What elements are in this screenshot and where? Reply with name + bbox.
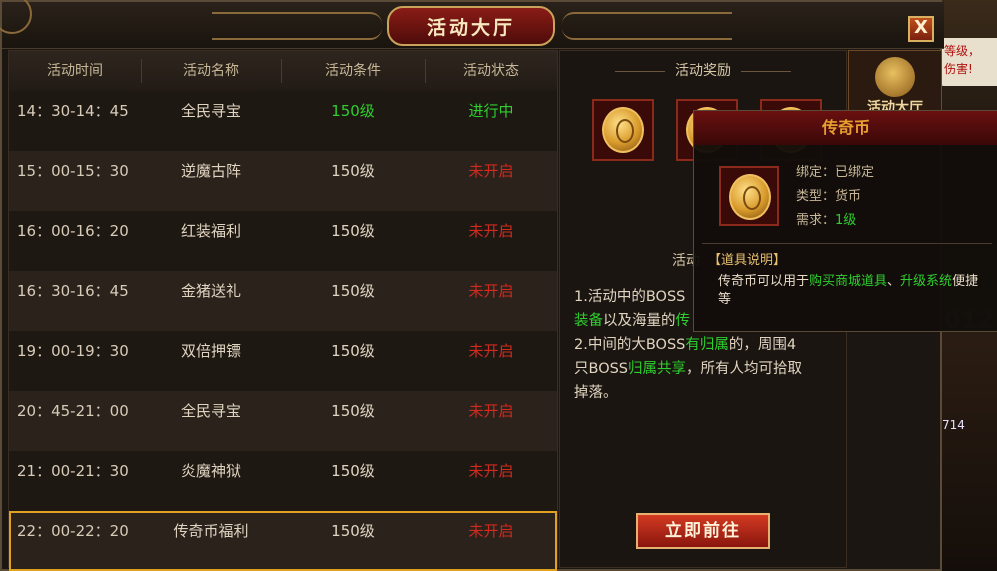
cell-time: 22：00-22：20 — [17, 522, 129, 540]
desc-text: 1.活动中的BOSS — [574, 289, 686, 305]
cell-name: 红装福利 — [180, 222, 241, 240]
rewards-title-text: 活动奖励 — [675, 63, 731, 79]
table-row[interactable]: 21：00-21：30 炎魔神狱 150级 未开启 — [9, 451, 557, 511]
table-row[interactable]: 14：30-14：45 全民寻宝 150级 进行中 — [9, 91, 557, 151]
tt-link: 升级系统 — [900, 274, 953, 289]
cell-status: 未开启 — [468, 282, 514, 300]
title-dash — [615, 70, 665, 72]
header-time: 活动时间 — [47, 63, 103, 79]
cell-time: 21：00-21：30 — [17, 462, 129, 480]
cell-time: 15：00-15：30 — [17, 162, 129, 180]
tt-text: 等 — [718, 292, 732, 307]
header-name: 活动名称 — [183, 63, 239, 79]
cell-status: 未开启 — [468, 162, 514, 180]
desc-line-5: 掉落。 — [574, 385, 618, 401]
cell-time: 16：00-16：20 — [17, 222, 129, 240]
cell-status: 未开启 — [468, 402, 514, 420]
tooltip-description: 传奇币可以用于购买商城道具、升级系统便捷等 — [718, 273, 992, 309]
title-bar[interactable]: 活动大厅 X — [0, 0, 944, 49]
legend-coin-icon — [729, 174, 771, 220]
table-row[interactable]: 19：00-19：30 双倍押镖 150级 未开启 — [9, 331, 557, 391]
table-row[interactable]: 15：00-15：30 逆魔古阵 150级 未开启 — [9, 151, 557, 211]
tooltip-item-slot — [719, 166, 779, 226]
req-label: 需求： — [796, 213, 836, 228]
activity-table: 活动时间 活动名称 活动条件 活动状态 14：30-14：45 全民寻宝 150级 进… — [8, 50, 558, 571]
desc-highlight: 传 — [675, 313, 691, 329]
desc-line-3: 2.中间的大BOSS有归属的，周围4 — [574, 333, 840, 357]
tooltip-divider — [702, 243, 992, 244]
cell-name: 金猪送礼 — [180, 282, 241, 300]
cell-condition: 150级 — [331, 102, 375, 120]
cell-time: 19：00-19：30 — [17, 342, 129, 360]
table-row[interactable]: 16：30-16：45 金猪送礼 150级 未开启 — [9, 271, 557, 331]
title-dash — [741, 70, 791, 72]
cell-name: 全民寻宝 — [180, 102, 241, 120]
cell-time: 16：30-16：45 — [17, 282, 129, 300]
desc-line-4: 只BOSS归属共享，所有人均可拾取 — [574, 357, 840, 381]
go-now-button[interactable]: 立即前往 — [636, 513, 770, 549]
cell-status: 未开启 — [468, 522, 514, 540]
bubble-text-1: 等级， — [944, 44, 981, 58]
table-header: 活动时间 活动名称 活动条件 活动状态 — [9, 51, 557, 92]
cell-status: 未开启 — [468, 342, 514, 360]
desc-highlight: 有归属 — [685, 337, 729, 353]
cell-condition: 150级 — [331, 402, 375, 420]
cell-condition: 150级 — [331, 282, 375, 300]
table-row[interactable]: 16：00-16：20 红装福利 150级 未开启 — [9, 211, 557, 271]
header-status: 活动状态 — [463, 63, 519, 79]
tooltip-item-name: 传奇币 — [694, 111, 997, 145]
chat-bubble: 等级， 伤害! — [938, 38, 997, 86]
table-row[interactable]: 20：45-21：00 全民寻宝 150级 未开启 — [9, 391, 557, 451]
desc-highlight: 归属共享 — [628, 361, 687, 377]
tooltip-type: 类型：货币 — [796, 189, 862, 204]
legend-coin-icon — [602, 107, 644, 153]
tt-text: 便捷 — [952, 274, 979, 289]
desc-text: 的，周围4 — [728, 337, 797, 353]
cell-status: 未开启 — [468, 222, 514, 240]
req-value: 1级 — [835, 213, 857, 228]
desc-text: 2.中间的大BOSS — [574, 337, 686, 353]
desc-text: 以及海量的 — [603, 313, 676, 329]
tt-text: 、 — [887, 274, 901, 289]
header-condition: 活动条件 — [325, 63, 381, 79]
rewards-title: 活动奖励 — [560, 57, 846, 85]
cell-name: 全民寻宝 — [180, 402, 241, 420]
tooltip-info: 绑定：已绑定 类型：货币 需求：1级 — [796, 161, 874, 233]
bubble-text-2: 伤害! — [944, 62, 973, 76]
cell-condition: 150级 — [331, 522, 375, 540]
desc-highlight: 装备 — [574, 313, 603, 329]
desc-text: 只BOSS — [574, 361, 629, 377]
corner-ornament-icon — [0, 0, 32, 34]
cell-status: 进行中 — [468, 102, 514, 120]
cell-condition: 150级 — [331, 462, 375, 480]
tt-text: 传奇币可以用于 — [718, 274, 810, 289]
cell-condition: 150级 — [331, 342, 375, 360]
reward-slot-1[interactable] — [592, 99, 654, 161]
cell-name: 逆魔古阵 — [180, 162, 241, 180]
tooltip-section-title: 【道具说明】 — [708, 253, 787, 268]
tooltip-bind: 绑定：已绑定 — [796, 165, 875, 180]
scene-number: 714 — [942, 418, 965, 432]
cell-condition: 150级 — [331, 222, 375, 240]
helmet-emblem-icon — [875, 57, 915, 97]
desc-text: ，所有人均可拾取 — [686, 361, 803, 377]
table-row[interactable]: 22：00-22：20 传奇币福利 150级 未开启 — [9, 511, 557, 571]
window-title: 活动大厅 — [387, 6, 555, 46]
cell-name: 双倍押镖 — [180, 342, 241, 360]
title-ornament-right-icon — [562, 12, 732, 40]
tooltip-requirement: 需求：1级 — [796, 209, 874, 233]
cell-time: 20：45-21：00 — [17, 402, 129, 420]
item-tooltip: 传奇币 绑定：已绑定 类型：货币 需求：1级 【道具说明】 传奇币可以用于购买商… — [693, 110, 997, 332]
tt-link: 购买商城道具 — [809, 274, 888, 289]
close-button[interactable]: X — [908, 16, 934, 42]
cell-time: 14：30-14：45 — [17, 102, 129, 120]
cell-status: 未开启 — [468, 462, 514, 480]
cell-name: 传奇币福利 — [173, 522, 249, 540]
cell-name: 炎魔神狱 — [180, 462, 241, 480]
cell-condition: 150级 — [331, 162, 375, 180]
title-ornament-left-icon — [212, 12, 382, 40]
